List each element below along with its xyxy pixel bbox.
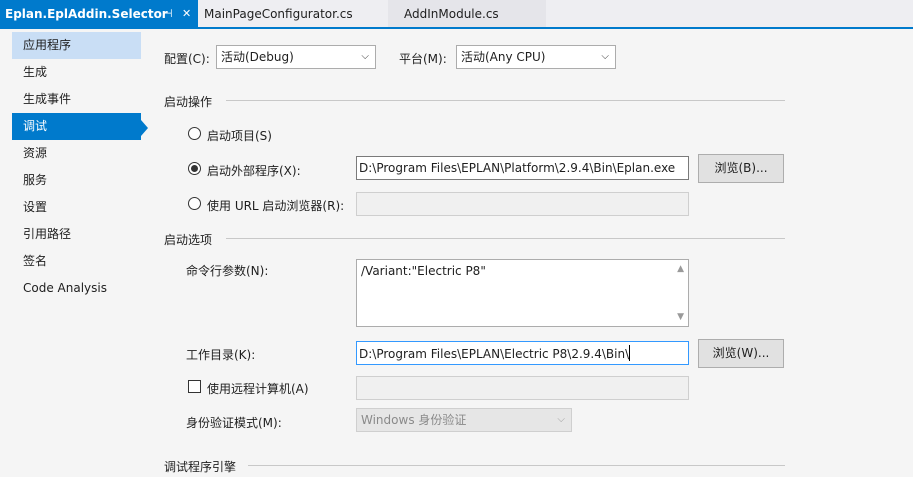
start-external-label: 启动外部程序(X):	[207, 164, 301, 178]
sidebar-item-signing[interactable]: 签名	[12, 248, 141, 275]
tab-mainpageconfigurator[interactable]: MainPageConfigurator.cs	[198, 0, 388, 28]
sidebar-item-resources[interactable]: 资源	[12, 140, 141, 167]
remote-machine-input[interactable]	[356, 376, 689, 400]
auth-mode-label: 身份验证模式(M):	[186, 416, 282, 430]
platform-dropdown[interactable]: 活动(Any CPU) ⌵	[456, 45, 616, 69]
sidebar-item-debug[interactable]: 调试	[12, 113, 141, 140]
configuration-value: 活动(Debug)	[221, 50, 294, 64]
debug-property-page: 配置(C): 活动(Debug) ⌵ 平台(M): 活动(Any CPU) ⌵ …	[148, 29, 913, 477]
start-project-label: 启动项目(S)	[207, 129, 272, 143]
selected-arrow-indicator	[141, 120, 148, 136]
tab-label: Eplan.EplAddin.Selector	[5, 7, 168, 21]
section-divider	[226, 238, 785, 239]
scroll-up-icon[interactable]: ▲	[677, 264, 684, 274]
working-dir-label: 工作目录(K):	[186, 348, 256, 362]
sidebar-item-application[interactable]: 应用程序	[12, 32, 141, 59]
pin-icon[interactable]: ⊣	[163, 0, 173, 28]
start-url-label: 使用 URL 启动浏览器(R):	[207, 199, 345, 213]
debugger-engines-title: 调试程序引擎	[164, 460, 237, 474]
scroll-down-icon[interactable]: ▼	[677, 312, 684, 322]
remote-machine-label: 使用远程计算机(A)	[207, 382, 309, 396]
chevron-down-icon: ⌵	[601, 51, 609, 62]
start-project-radio[interactable]	[188, 127, 201, 140]
sidebar-item-reference-paths[interactable]: 引用路径	[12, 221, 141, 248]
start-action-title: 启动操作	[164, 95, 213, 109]
cmd-args-textarea[interactable]: /Variant:"Electric P8" ▲ ▼	[356, 259, 689, 327]
start-options-title: 启动选项	[164, 233, 213, 247]
start-url-radio[interactable]	[188, 197, 201, 210]
cmd-args-label: 命令行参数(N):	[186, 264, 269, 278]
section-divider	[248, 465, 785, 466]
platform-label: 平台(M):	[399, 52, 447, 66]
sidebar-item-settings[interactable]: 设置	[12, 194, 141, 221]
auth-mode-dropdown[interactable]: Windows 身份验证 ⌵	[356, 408, 572, 432]
text-caret	[629, 345, 631, 361]
working-dir-value: D:\Program Files\EPLAN\Electric P8\2.9.4…	[359, 347, 630, 361]
tab-label: MainPageConfigurator.cs	[204, 7, 353, 21]
platform-value: 活动(Any CPU)	[461, 50, 546, 64]
radio-selected-dot	[191, 165, 198, 172]
start-external-radio[interactable]	[188, 162, 201, 175]
sidebar-item-code-analysis[interactable]: Code Analysis	[12, 275, 141, 302]
tab-project-properties[interactable]: Eplan.EplAddin.Selector ⊣ ✕	[0, 0, 198, 28]
document-tab-bar: Eplan.EplAddin.Selector ⊣ ✕ MainPageConf…	[0, 0, 913, 29]
close-icon[interactable]: ✕	[182, 0, 191, 28]
external-program-value: D:\Program Files\EPLAN\Platform\2.9.4\Bi…	[359, 161, 676, 175]
working-dir-input[interactable]: D:\Program Files\EPLAN\Electric P8\2.9.4…	[356, 341, 689, 365]
sidebar-item-build-events[interactable]: 生成事件	[12, 86, 141, 113]
remote-machine-checkbox[interactable]	[188, 380, 201, 393]
tab-label: AddInModule.cs	[404, 7, 499, 21]
configuration-label: 配置(C):	[164, 52, 210, 66]
auth-mode-value: Windows 身份验证	[361, 413, 467, 427]
property-pages-sidebar: 应用程序 生成 生成事件 调试 资源 服务 设置 引用路径 签名 Code An…	[0, 29, 148, 477]
browse-external-button[interactable]: 浏览(B)...	[698, 154, 784, 183]
sidebar-item-services[interactable]: 服务	[12, 167, 141, 194]
sidebar-item-build[interactable]: 生成	[12, 59, 141, 86]
chevron-down-icon: ⌵	[361, 51, 369, 62]
external-program-input[interactable]: D:\Program Files\EPLAN\Platform\2.9.4\Bi…	[356, 156, 689, 180]
start-url-input[interactable]	[356, 192, 689, 216]
chevron-down-icon: ⌵	[557, 414, 565, 425]
configuration-dropdown[interactable]: 活动(Debug) ⌵	[216, 45, 376, 69]
browse-workdir-button[interactable]: 浏览(W)...	[698, 339, 784, 368]
section-divider	[226, 100, 785, 101]
tab-addinmodule[interactable]: AddInModule.cs	[388, 0, 546, 28]
cmd-args-value: /Variant:"Electric P8"	[361, 264, 486, 278]
